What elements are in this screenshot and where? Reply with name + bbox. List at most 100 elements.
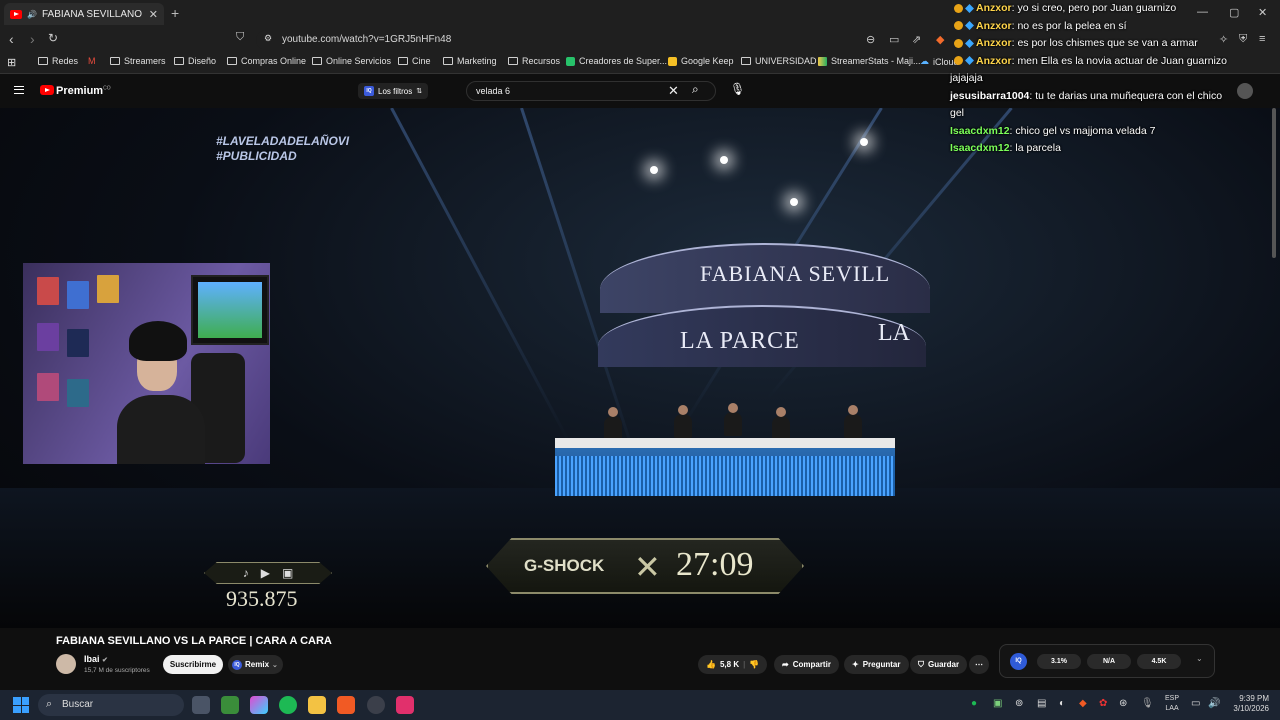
spotify-icon[interactable] — [279, 696, 297, 714]
bookmark-google-keep[interactable]: Google Keep — [668, 56, 734, 66]
ask-button[interactable]: ✦ Preguntar — [844, 655, 909, 674]
channel-name[interactable]: Ibai ✔ — [84, 654, 108, 664]
brave-icon[interactable] — [337, 696, 355, 714]
site-info-icon[interactable]: ⚙ — [264, 33, 272, 44]
tray-spotify-icon[interactable]: ● — [971, 698, 977, 709]
speaker-icon[interactable]: 🔊 — [27, 10, 37, 19]
microphone-icon[interactable]: 🎙 — [730, 82, 745, 96]
taskbar-search[interactable]: ⌕ Buscar — [38, 694, 184, 716]
language-indicator[interactable]: ESP LAA — [1165, 694, 1179, 714]
tray-brave-icon[interactable]: ◆ — [1079, 698, 1087, 709]
new-tab-icon[interactable]: + — [171, 5, 179, 21]
like-icon[interactable]: 👍 — [706, 660, 716, 669]
keyboard-layout: LAA — [1165, 705, 1179, 712]
share-icon[interactable]: ⇗ — [912, 33, 921, 46]
youtube-logo-icon[interactable] — [40, 85, 54, 95]
tiktok-app-icon[interactable] — [396, 696, 414, 714]
apps-grid-icon[interactable]: ⊞ — [7, 56, 16, 69]
bookmark-label: Marketing — [457, 56, 497, 66]
app-icon[interactable] — [250, 696, 268, 714]
minecraft-icon[interactable] — [221, 696, 239, 714]
diamond-badge-icon — [965, 56, 974, 66]
video-player[interactable]: #LAVELADADELAÑOVI #PUBLICIDAD FABIANA SE… — [0, 108, 1280, 628]
vpn-icon[interactable]: ⛨ — [1239, 33, 1247, 46]
wall-poster — [37, 323, 59, 351]
youtube-icon: ▶ — [260, 566, 270, 580]
tray-app-icon[interactable]: ◐ — [1059, 698, 1065, 709]
tray-app-icon[interactable]: ▤ — [1037, 698, 1046, 709]
save-button[interactable]: ⛉ Guardar — [910, 655, 968, 674]
account-avatar[interactable] — [1237, 83, 1253, 99]
tray-nvidia-icon[interactable]: ▣ — [993, 698, 1002, 709]
chat-text: yo si creo, pero por Juan guarnizo — [1017, 2, 1177, 14]
search-value: velada 6 — [476, 86, 511, 96]
more-actions-button[interactable]: ⋯ — [969, 655, 989, 674]
volume-icon[interactable]: 🔊 — [1208, 698, 1220, 709]
chevron-down-icon[interactable]: ⌄ — [1196, 654, 1203, 663]
menu-icon[interactable]: ≡ — [1259, 33, 1265, 45]
cast-icon[interactable]: ▭ — [889, 33, 899, 46]
folder-icon — [174, 57, 184, 65]
bookmark-redes[interactable]: Redes — [38, 56, 78, 66]
bookmark-universidad[interactable]: UNIVERSIDAD — [741, 56, 817, 66]
browser-tab[interactable]: 🔊 FABIANA SEVILLANO VS LA P ✕ — [4, 3, 164, 25]
filters-chip[interactable]: IQ Los filtros ⇅ — [358, 83, 429, 99]
wall-poster — [67, 281, 89, 309]
youtube-brand[interactable]: PremiumCO — [56, 85, 111, 97]
folder-icon — [398, 57, 408, 65]
stat-ratio: 3.1% — [1037, 654, 1081, 669]
network-icon[interactable]: ▭ — [1191, 698, 1200, 709]
url-text: youtube.com/watch?v=1GRJ5nHFn48 — [282, 34, 452, 45]
gmail-icon[interactable]: M — [88, 56, 96, 66]
maximize-icon[interactable]: ▢ — [1229, 6, 1239, 19]
folder-icon — [741, 57, 751, 65]
hamburger-menu-icon[interactable] — [14, 86, 24, 94]
tray-app-icon[interactable]: ✿ — [1099, 698, 1107, 709]
bookmark-streamerstats[interactable]: StreamerStats - Maji... — [818, 56, 921, 66]
streamer-hair — [129, 321, 187, 361]
search-icon[interactable]: ⌕ — [692, 82, 699, 97]
subscribe-button[interactable]: Suscribirme — [163, 655, 223, 674]
channel-avatar[interactable] — [56, 654, 76, 674]
chat-text: no es por la pelea en sí — [1017, 19, 1127, 32]
arc-text-bottom-right: LA — [878, 320, 910, 346]
iq-logo-icon[interactable]: IQ — [1010, 653, 1027, 670]
zoom-icon[interactable]: ⊖ — [866, 33, 875, 46]
panelist — [674, 405, 692, 438]
bookmark-cine[interactable]: Cine — [398, 56, 431, 66]
bookmark-diseno[interactable]: Diseño — [174, 56, 216, 66]
url-field[interactable]: ⚙ youtube.com/watch?v=1GRJ5nHFn48 — [256, 30, 946, 50]
remix-button[interactable]: IQ Remix ⌄ — [228, 655, 283, 674]
tray-mic-icon[interactable]: 🎙 — [1141, 698, 1154, 709]
back-icon[interactable]: ‹ — [9, 31, 14, 47]
obs-icon[interactable] — [367, 696, 385, 714]
bookmark-recursos[interactable]: Recursos — [508, 56, 560, 66]
system-clock[interactable]: 9:39 PM 3/10/2026 — [1227, 694, 1269, 714]
bookmark-compras-online[interactable]: Compras Online — [227, 56, 306, 66]
share-button[interactable]: ➦ Compartir — [774, 655, 839, 674]
tray-steam-icon[interactable]: ⊛ — [1119, 698, 1127, 709]
bookmark-icon[interactable]: ⛉ — [236, 31, 244, 44]
bookmark-creadores[interactable]: Creadores de Super... — [566, 56, 667, 66]
reload-icon[interactable]: ↻ — [48, 31, 58, 45]
bookmark-label: Streamers — [124, 56, 166, 66]
dislike-icon[interactable]: 👎 — [749, 660, 759, 669]
page-scrollbar[interactable] — [1272, 108, 1276, 258]
tray-app-icon[interactable]: ⊚ — [1015, 698, 1023, 709]
panelist — [724, 403, 742, 436]
subscriber-count: 15,7 M de suscriptores — [84, 667, 150, 674]
file-explorer-icon[interactable] — [308, 696, 326, 714]
task-view-icon[interactable] — [192, 696, 210, 714]
clear-search-icon[interactable]: ✕ — [668, 83, 679, 99]
forward-icon[interactable]: › — [30, 31, 35, 47]
close-tab-icon[interactable]: ✕ — [149, 8, 158, 21]
bookmark-marketing[interactable]: Marketing — [443, 56, 497, 66]
brave-shield-icon[interactable]: ◆ — [936, 33, 944, 46]
bookmark-streamers[interactable]: Streamers — [110, 56, 166, 66]
search-placeholder: Buscar — [62, 699, 94, 710]
twitch-icon: ▣ — [281, 566, 294, 580]
bookmark-online-servicios[interactable]: Online Servicios — [312, 56, 391, 66]
verified-icon: ✔ — [102, 657, 108, 664]
windows-start-icon[interactable] — [13, 697, 29, 713]
close-window-icon[interactable]: ✕ — [1258, 6, 1267, 19]
